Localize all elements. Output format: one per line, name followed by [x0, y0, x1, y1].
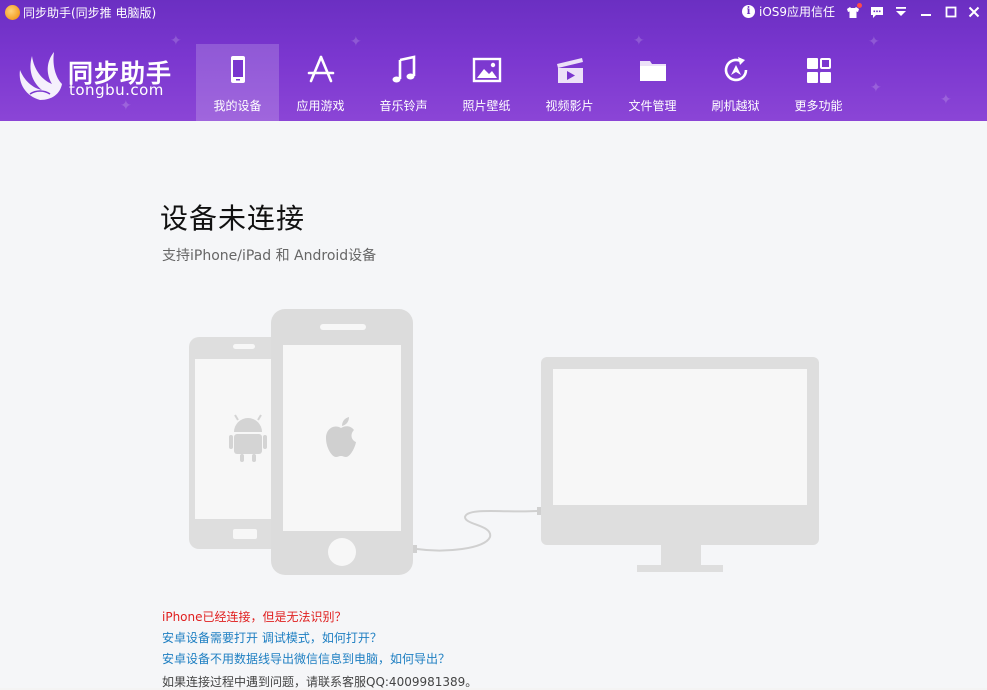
- nav-my-device[interactable]: 我的设备: [196, 44, 279, 121]
- info-icon: i: [742, 5, 755, 18]
- tongbu-bird-icon: [19, 52, 62, 100]
- maximize-button[interactable]: [940, 2, 962, 22]
- message-button[interactable]: [866, 2, 888, 22]
- connection-illustration: [189, 309, 819, 575]
- usb-cable-illustration: [413, 507, 543, 553]
- phone-icon: [231, 56, 245, 83]
- dropdown-icon: [896, 7, 906, 16]
- nav-label: 视频影片: [545, 99, 594, 113]
- device-panel: 设备未连接 支持iPhone/iPad 和 Android设备 iPhone已经…: [0, 121, 987, 689]
- star-decoration: ✦: [940, 92, 952, 108]
- nav-label: 文件管理: [628, 99, 677, 113]
- android-debug-mode-link[interactable]: 安卓设备需要打开 调试模式，如何打开？: [162, 629, 382, 646]
- message-icon: [871, 6, 883, 18]
- close-button[interactable]: [963, 2, 985, 22]
- ios9-trust-label: iOS9应用信任: [759, 5, 836, 19]
- star-decoration: ✦: [868, 34, 880, 50]
- star-decoration: ✦: [870, 80, 882, 96]
- header-band: ✦ ✦ ✦ ✦ ✦ ✦ ✦ 同步助手(同步推 电脑版) i iOS9应用信任 同…: [0, 0, 987, 121]
- maximize-icon: [945, 6, 957, 18]
- nav-more-features[interactable]: 更多功能: [777, 44, 860, 121]
- nav-label: 我的设备: [213, 99, 262, 113]
- nav-label: 音乐铃声: [379, 99, 428, 113]
- video-icon: [557, 58, 583, 83]
- photo-icon: [472, 57, 502, 83]
- window-title: 同步助手(同步推 电脑版): [23, 6, 157, 20]
- support-contact-text: 如果连接过程中遇到问题，请联系客服QQ:4009981389。: [162, 675, 478, 689]
- iphone-unrecognized-link[interactable]: iPhone已经连接，但是无法识别？: [162, 608, 347, 625]
- nav-videos[interactable]: 视频影片: [528, 44, 611, 121]
- page-subtitle: 支持iPhone/iPad 和 Android设备: [162, 248, 377, 264]
- nav-label: 应用游戏: [296, 99, 345, 113]
- nav-label: 更多功能: [794, 99, 843, 113]
- nav-photos-wallpapers[interactable]: 照片壁纸: [445, 44, 528, 121]
- dropdown-menu-button[interactable]: [890, 2, 912, 22]
- nav-apps-games[interactable]: 应用游戏: [279, 44, 362, 121]
- folder-icon: [640, 61, 666, 81]
- nav-music-ringtones[interactable]: 音乐铃声: [362, 44, 445, 121]
- iphone-illustration: [271, 309, 413, 575]
- grid-icon: [807, 58, 831, 83]
- minimize-icon: [921, 14, 931, 16]
- page-title: 设备未连接: [160, 202, 306, 235]
- music-note-icon: [392, 55, 416, 83]
- brand-logo: 同步助手 tongbu.com: [16, 50, 182, 106]
- minimize-button[interactable]: [915, 2, 937, 22]
- nav-label: 照片壁纸: [462, 99, 511, 113]
- main-nav: 我的设备 应用游戏 音乐铃声 照片壁纸 视频影片 文件管理 刷机越狱 更多功能: [196, 44, 860, 121]
- title-bar: 同步助手(同步推 电脑版) i iOS9应用信任: [0, 0, 987, 26]
- star-decoration: ✦: [170, 33, 182, 49]
- app-store-icon: [307, 55, 335, 83]
- notification-dot: [857, 3, 862, 8]
- app-logo-icon: [5, 5, 20, 20]
- nav-file-manager[interactable]: 文件管理: [611, 44, 694, 121]
- ios9-trust-link[interactable]: i iOS9应用信任: [742, 3, 835, 20]
- skin-button[interactable]: [842, 2, 864, 22]
- close-icon: [968, 6, 980, 18]
- android-wechat-export-link[interactable]: 安卓设备不用数据线导出微信信息到电脑，如何导出？: [162, 650, 450, 667]
- logo-text-en: tongbu.com: [69, 81, 164, 99]
- nav-label: 刷机越狱: [711, 99, 760, 113]
- nav-flash-jailbreak[interactable]: 刷机越狱: [694, 44, 777, 121]
- monitor-illustration: [541, 357, 819, 572]
- restore-icon: [724, 57, 748, 82]
